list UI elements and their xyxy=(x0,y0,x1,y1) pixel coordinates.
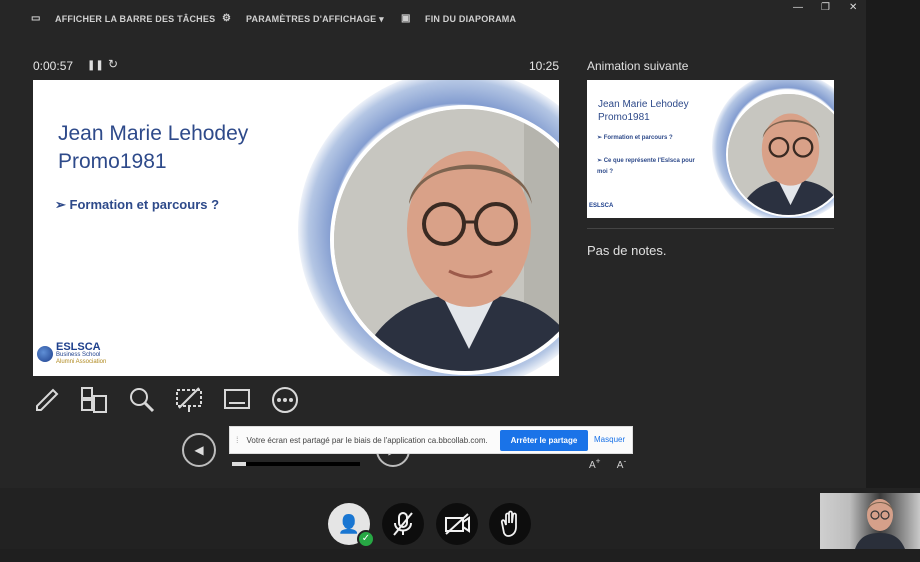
raise-hand-button[interactable] xyxy=(489,503,531,545)
show-taskbar-label: AFFICHER LA BARRE DES TÂCHES xyxy=(55,14,216,24)
drag-handle-icon[interactable]: ⁞ xyxy=(236,435,239,445)
slide-title-line2: Promo1981 xyxy=(58,150,167,173)
eslsca-logo: ESLSCA Business School Alumni Associatio… xyxy=(37,342,106,366)
taskbar-icon: ▭ xyxy=(31,13,41,24)
thumb-bullet-2: ➢ Ce que représente l'Eslsca pour moi ? xyxy=(597,158,695,175)
thumb-bullet-1: ➢ Formation et parcours ? xyxy=(597,135,673,141)
previous-slide-button[interactable]: ◀ xyxy=(182,433,216,467)
hide-banner-link[interactable]: Masquer xyxy=(594,435,625,444)
elapsed-timer: 0:00:57 xyxy=(33,59,74,73)
camera-off-button[interactable] xyxy=(436,503,478,545)
triangle-left-icon: ◀ xyxy=(194,443,204,457)
slide-title-line1: Jean Marie Lehodey xyxy=(58,122,249,145)
camera-off-icon xyxy=(445,513,470,535)
end-show-label: FIN DU DIAPORAMA xyxy=(425,14,517,24)
increase-font-icon[interactable]: A+ xyxy=(589,456,601,471)
notes-divider xyxy=(587,228,834,229)
end-show-button[interactable]: ▣ FIN DU DIAPORAMA xyxy=(401,13,516,25)
slide-progress-fill xyxy=(232,462,247,466)
thumb-title-line2: Promo1981 xyxy=(598,112,650,123)
thumb-bullet-1-text: Formation et parcours ? xyxy=(603,135,673,141)
display-settings-label: PARAMÈTRES D'AFFICHAGE ▾ xyxy=(246,13,384,24)
restart-timer-icon[interactable]: ↻ xyxy=(108,57,118,71)
minimize-icon[interactable]: — xyxy=(793,2,803,13)
logo-subtitle-2: Alumni Association xyxy=(56,359,107,365)
side-strip xyxy=(866,0,920,488)
microphone-muted-button[interactable] xyxy=(382,503,424,545)
person-icon: 👤 xyxy=(337,514,361,534)
next-slide-thumbnail[interactable]: Jean Marie Lehodey Promo1981 ➢ Formation… xyxy=(587,80,834,218)
next-animation-label: Animation suivante xyxy=(587,59,689,73)
presenter-toolbar: ▭ AFFICHER LA BARRE DES TÂCHES ⚙ PARAMÈT… xyxy=(0,0,866,36)
display-settings-button[interactable]: ⚙ PARAMÈTRES D'AFFICHAGE ▾ xyxy=(222,13,384,25)
thumb-logo: ESLSCA xyxy=(589,203,614,209)
thumb-title-line1: Jean Marie Lehodey xyxy=(598,99,689,110)
speaker-notes: Pas de notes. xyxy=(587,243,667,258)
more-options-icon[interactable] xyxy=(271,386,299,414)
decrease-font-icon[interactable]: A- xyxy=(617,456,626,471)
slide-bullet-1: ➢ Formation et parcours ? xyxy=(55,197,219,213)
close-icon[interactable]: ✕ xyxy=(849,2,857,13)
pause-icon[interactable]: ❚❚ xyxy=(87,60,104,71)
hand-icon xyxy=(500,510,517,537)
logo-subtitle: Business School xyxy=(56,352,101,358)
black-screen-icon[interactable] xyxy=(175,386,203,414)
screen-share-banner: ⁞ Votre écran est partagé par le biais d… xyxy=(229,426,633,454)
slide-bullet-1-text: Formation et parcours ? xyxy=(69,197,220,212)
share-message: Votre écran est partagé par le biais de … xyxy=(246,435,488,445)
restore-icon[interactable]: ❐ xyxy=(821,2,830,13)
show-taskbar-button[interactable]: ▭ AFFICHER LA BARRE DES TÂCHES xyxy=(31,13,215,25)
pen-icon[interactable] xyxy=(33,386,61,414)
mic-off-icon xyxy=(393,512,413,536)
thumb-speaker-portrait xyxy=(728,94,834,215)
current-time: 10:25 xyxy=(529,59,560,73)
self-view-video[interactable] xyxy=(820,493,920,549)
globe-icon xyxy=(37,346,53,362)
thumb-title: Jean Marie Lehodey Promo1981 xyxy=(598,98,689,124)
status-ok-icon: ✓ xyxy=(357,530,375,548)
logo-brand: ESLSCA xyxy=(56,341,101,353)
arrow-bullet-icon: ➢ xyxy=(55,197,70,212)
self-view-portrait xyxy=(855,499,905,549)
subtitles-icon[interactable] xyxy=(223,386,251,414)
current-slide: Jean Marie Lehodey Promo1981 ➢ Formation… xyxy=(33,80,559,376)
see-all-slides-icon[interactable] xyxy=(80,386,108,414)
zoom-icon[interactable] xyxy=(128,386,156,414)
stop-sharing-button[interactable]: Arrêter le partage xyxy=(500,430,588,451)
display-settings-icon: ⚙ xyxy=(222,13,232,24)
font-size-controls: A+ A- xyxy=(589,456,640,471)
thumb-bullet-2-text: Ce que représente l'Eslsca pour moi ? xyxy=(597,158,695,175)
slide-title: Jean Marie Lehodey Promo1981 xyxy=(58,120,248,176)
end-show-icon: ▣ xyxy=(401,13,411,24)
slide-progress-bar xyxy=(232,462,360,466)
